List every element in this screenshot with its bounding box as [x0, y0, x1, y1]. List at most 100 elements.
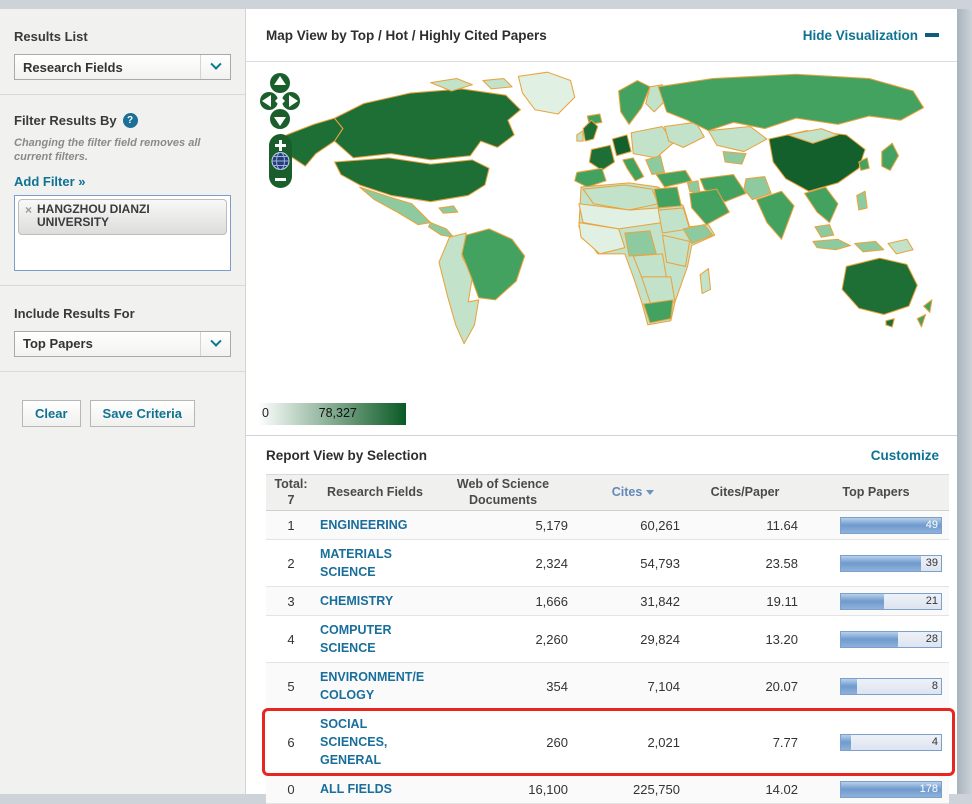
top-papers-bar-fill [841, 735, 851, 750]
map-title: Map View by Top / Hot / Highly Cited Pap… [266, 28, 547, 43]
research-field-link[interactable]: ENVIRONMENT/ECOLOGY [320, 670, 424, 702]
map-controls[interactable] [258, 72, 302, 192]
report-section-header: Report View by Selection Customize [246, 436, 957, 474]
cites-cell: 60,261 [582, 518, 688, 533]
cites-per-paper-cell: 14.02 [688, 782, 806, 797]
top-papers-bar-fill [841, 594, 884, 609]
report-title: Report View by Selection [266, 448, 427, 463]
research-field-link[interactable]: SOCIAL SCIENCES, GENERAL [320, 717, 387, 767]
cites-cell: 2,021 [582, 735, 688, 750]
documents-cell: 354 [434, 679, 582, 694]
sidebar: Results List Research Fields Filter Resu… [0, 9, 246, 794]
dropdown-arrow-area[interactable] [200, 332, 230, 356]
world-map[interactable] [274, 70, 934, 348]
table-header-row: Total: 7 Research Fields Web of Science … [266, 474, 949, 511]
cites-cell: 225,750 [582, 782, 688, 797]
table-row: 4 COMPUTER SCIENCE 2,260 29,824 13.20 28 [266, 616, 949, 663]
results-list-section: Results List Research Fields [0, 9, 245, 95]
pan-control [260, 73, 300, 129]
documents-cell: 5,179 [434, 518, 582, 533]
table-body: 1 ENGINEERING 5,179 60,261 11.64 49 2 [266, 511, 949, 804]
research-field-link[interactable]: CHEMISTRY [320, 594, 393, 608]
hide-visualization-link[interactable]: Hide Visualization [803, 28, 939, 43]
filter-box: × HANGZHOU DIANZI UNIVERSITY [14, 195, 231, 271]
customize-link[interactable]: Customize [871, 448, 939, 463]
top-papers-bar-fill [841, 679, 857, 694]
cites-per-paper-cell: 11.64 [688, 518, 806, 533]
table-row: 6 SOCIAL SCIENCES, GENERAL 260 2,021 7.7… [266, 710, 949, 775]
cites-per-paper-cell: 19.11 [688, 594, 806, 609]
top-papers-bar: 178 [840, 781, 942, 798]
legend-min-value: 0 [262, 406, 269, 420]
map-visualization[interactable]: 0 78,327 [246, 62, 957, 436]
help-icon[interactable]: ? [123, 113, 138, 128]
rank-cell: 4 [266, 632, 316, 647]
clear-button[interactable]: Clear [22, 400, 81, 427]
main-area: Map View by Top / Hot / Highly Cited Pap… [246, 9, 957, 794]
top-papers-value: 4 [932, 736, 938, 748]
rank-cell: 2 [266, 556, 316, 571]
top-papers-bar: 49 [840, 517, 942, 534]
filter-tag[interactable]: × HANGZHOU DIANZI UNIVERSITY [18, 199, 227, 236]
column-header-total: Total: 7 [266, 477, 316, 508]
rank-cell: 0 [266, 782, 316, 797]
zoom-control [269, 134, 292, 188]
add-filter-link[interactable]: Add Filter » [14, 174, 86, 189]
page: Results List Research Fields Filter Resu… [0, 0, 972, 794]
top-papers-value: 28 [926, 633, 938, 645]
table-row: 0 ALL FIELDS 16,100 225,750 14.02 178 [266, 775, 949, 804]
right-window-strip [957, 9, 972, 794]
cites-cell: 31,842 [582, 594, 688, 609]
rank-cell: 5 [266, 679, 316, 694]
remove-filter-icon[interactable]: × [25, 203, 32, 217]
include-results-dropdown[interactable]: Top Papers [14, 331, 231, 357]
table-row: 2 MATERIALS SCIENCE 2,324 54,793 23.58 3… [266, 540, 949, 587]
column-header-research-fields: Research Fields [316, 485, 434, 501]
research-field-link[interactable]: COMPUTER SCIENCE [320, 623, 392, 655]
rank-cell: 6 [266, 735, 316, 750]
chevron-down-icon [210, 59, 221, 70]
top-papers-value: 39 [926, 557, 938, 569]
top-papers-bar-fill [841, 556, 921, 571]
cites-cell: 7,104 [582, 679, 688, 694]
content-panel: Results List Research Fields Filter Resu… [0, 9, 957, 794]
documents-cell: 260 [434, 735, 582, 750]
filter-section: Filter Results By ? Changing the filter … [0, 95, 245, 286]
cites-per-paper-cell: 7.77 [688, 735, 806, 750]
hide-visualization-label: Hide Visualization [803, 28, 918, 43]
research-field-link[interactable]: ENGINEERING [320, 518, 408, 532]
documents-cell: 2,324 [434, 556, 582, 571]
filter-heading: Filter Results By [14, 113, 117, 128]
dropdown-arrow-area[interactable] [200, 55, 230, 79]
include-results-dropdown-value: Top Papers [15, 336, 93, 351]
column-header-cites[interactable]: Cites [582, 485, 688, 501]
results-list-dropdown[interactable]: Research Fields [14, 54, 231, 80]
top-papers-bar-fill [841, 632, 898, 647]
top-papers-bar: 28 [840, 631, 942, 648]
top-papers-value: 49 [926, 519, 938, 531]
filter-note: Changing the filter field removes all cu… [14, 136, 231, 165]
top-papers-bar: 8 [840, 678, 942, 695]
documents-cell: 2,260 [434, 632, 582, 647]
top-window-strip [0, 0, 972, 9]
results-list-heading: Results List [14, 29, 231, 44]
top-papers-value: 21 [926, 595, 938, 607]
top-papers-value: 8 [932, 680, 938, 692]
actions-section: Clear Save Criteria [0, 372, 245, 441]
top-papers-bar: 4 [840, 734, 942, 751]
map-color-legend: 0 78,327 [258, 403, 406, 425]
sort-descending-icon [646, 490, 654, 495]
include-results-section: Include Results For Top Papers [0, 286, 245, 372]
table-row: 3 CHEMISTRY 1,666 31,842 19.11 21 [266, 587, 949, 616]
cites-cell: 54,793 [582, 556, 688, 571]
top-papers-bar: 21 [840, 593, 942, 610]
save-criteria-button[interactable]: Save Criteria [90, 400, 196, 427]
chevron-down-icon [210, 335, 221, 346]
cites-cell: 29,824 [582, 632, 688, 647]
map-section-header: Map View by Top / Hot / Highly Cited Pap… [246, 9, 957, 62]
research-field-link[interactable]: MATERIALS SCIENCE [320, 547, 392, 579]
top-papers-value: 178 [920, 783, 938, 795]
report-table: Total: 7 Research Fields Web of Science … [246, 474, 957, 804]
documents-cell: 1,666 [434, 594, 582, 609]
rank-cell: 3 [266, 594, 316, 609]
